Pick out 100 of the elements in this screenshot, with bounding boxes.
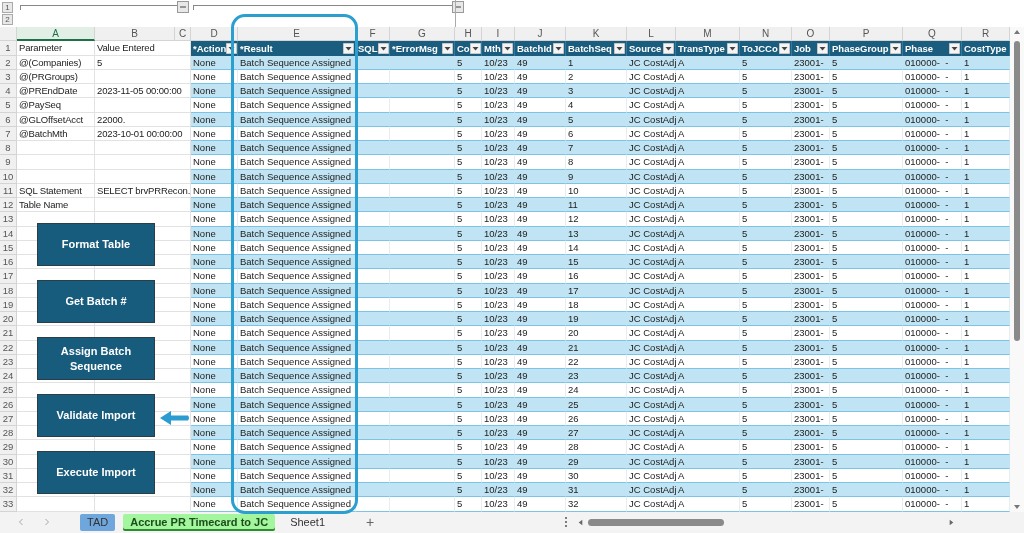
table-cell: 11 xyxy=(566,198,627,213)
row-number[interactable]: 12 xyxy=(0,198,17,213)
table-cell: 5 xyxy=(830,269,903,284)
row-number[interactable]: 1 xyxy=(0,41,17,56)
table-cell: 23001- xyxy=(792,483,830,498)
column-header[interactable]: Q xyxy=(903,27,962,42)
row-number[interactable]: 17 xyxy=(0,269,17,284)
row-number[interactable]: 16 xyxy=(0,255,17,270)
column-header[interactable]: E xyxy=(238,27,356,42)
filter-dropdown-icon[interactable] xyxy=(890,42,901,54)
column-header[interactable]: M xyxy=(676,27,740,42)
table-cell: Batch Sequence Assigned xyxy=(238,483,356,498)
row-number[interactable]: 13 xyxy=(0,212,17,227)
table-cell: 5 xyxy=(830,141,903,156)
row-number[interactable]: 29 xyxy=(0,440,17,455)
more-options-icon[interactable] xyxy=(564,516,568,529)
macro-button[interactable]: Validate Import xyxy=(37,394,155,437)
column-title: *ErrorMsg xyxy=(392,41,438,55)
table-cell: None xyxy=(191,255,238,270)
column-header[interactable]: K xyxy=(566,27,627,42)
table-cell: 5 xyxy=(740,141,792,156)
table-cell: 5 xyxy=(830,483,903,498)
row-number[interactable]: 32 xyxy=(0,483,17,498)
macro-button[interactable]: Assign Batch Sequence xyxy=(37,337,155,380)
table-cell: 23001- xyxy=(792,326,830,341)
macro-button[interactable]: Format Table xyxy=(37,223,155,266)
table-cell: 5 xyxy=(455,198,482,213)
scroll-left-icon[interactable] xyxy=(576,517,585,527)
column-header[interactable]: C xyxy=(175,27,191,42)
table-cell: @GLOffsetAcct xyxy=(17,112,95,127)
row-number[interactable]: 5 xyxy=(0,98,17,113)
row-number[interactable]: 9 xyxy=(0,155,17,170)
macro-button[interactable]: Execute Import xyxy=(37,451,155,494)
filter-dropdown-icon[interactable] xyxy=(817,42,828,54)
filter-dropdown-icon[interactable] xyxy=(442,42,453,54)
table-cell: Batch Sequence Assigned xyxy=(238,326,356,341)
column-header[interactable]: B xyxy=(95,27,175,42)
column-header[interactable]: P xyxy=(830,27,903,42)
outline-level-button[interactable]: 1 xyxy=(2,2,13,13)
table-cell: 49 xyxy=(515,269,566,284)
column-header[interactable]: J xyxy=(515,27,566,42)
row-number[interactable]: 4 xyxy=(0,84,17,99)
row-number[interactable]: 21 xyxy=(0,326,17,341)
filter-dropdown-icon[interactable] xyxy=(553,42,564,54)
table-cell: A xyxy=(676,497,740,512)
row-number[interactable]: 28 xyxy=(0,426,17,441)
table-cell: JC CostAdj xyxy=(627,483,676,498)
scrollbar-thumb[interactable] xyxy=(588,518,724,526)
table-cell xyxy=(390,440,455,455)
filter-dropdown-icon[interactable] xyxy=(226,42,237,54)
scroll-right-icon[interactable] xyxy=(947,517,956,527)
table-cell: JC CostAdj xyxy=(627,326,676,341)
table-cell: 23001- xyxy=(792,383,830,398)
table-cell: 49 xyxy=(515,312,566,327)
column-header[interactable]: H xyxy=(455,27,482,42)
column-header[interactable]: I xyxy=(482,27,515,42)
table-cell: 5 xyxy=(455,383,482,398)
sheet-tab[interactable]: Accrue PR Timecard to JC xyxy=(123,513,276,531)
table-cell: Batch Sequence Assigned xyxy=(238,198,356,213)
column-header[interactable]: F xyxy=(356,27,390,42)
table-cell: A xyxy=(676,198,740,213)
table-cell: 10/23 xyxy=(482,483,515,498)
row-number[interactable]: 25 xyxy=(0,383,17,398)
column-header[interactable]: O xyxy=(792,27,830,42)
table-cell: A xyxy=(676,98,740,113)
filter-dropdown-icon[interactable] xyxy=(727,42,738,54)
row-number[interactable]: 8 xyxy=(0,141,17,156)
outline-level-button[interactable]: 2 xyxy=(2,14,13,25)
column-header[interactable]: L xyxy=(627,27,676,42)
row-number[interactable]: 20 xyxy=(0,312,17,327)
table-cell xyxy=(356,212,390,227)
filter-dropdown-icon[interactable] xyxy=(502,42,513,54)
table-cell: 1 xyxy=(962,369,1010,384)
add-sheet-button[interactable]: + xyxy=(360,513,381,532)
row-number[interactable]: 24 xyxy=(0,369,17,384)
scrollbar-thumb[interactable] xyxy=(1014,41,1020,341)
table-cell: None xyxy=(191,426,238,441)
table-cell: 10/23 xyxy=(482,255,515,270)
column-header[interactable]: A xyxy=(17,27,95,42)
row-number[interactable]: 33 xyxy=(0,497,17,512)
filter-dropdown-icon[interactable] xyxy=(663,42,674,54)
filter-dropdown-icon[interactable] xyxy=(949,42,960,54)
column-header[interactable]: R xyxy=(962,27,1010,42)
table-cell: @PREndDate xyxy=(17,84,95,99)
table-cell xyxy=(356,312,390,327)
table-cell: 5 xyxy=(830,312,903,327)
sheet-tab[interactable]: Sheet1 xyxy=(283,513,333,531)
filter-dropdown-icon[interactable] xyxy=(614,42,625,54)
table-cell xyxy=(356,426,390,441)
macro-button[interactable]: Get Batch # xyxy=(37,280,155,323)
table-cell: 5 xyxy=(740,383,792,398)
table-cell: 1 xyxy=(962,269,1010,284)
column-header[interactable]: N xyxy=(740,27,792,42)
filter-dropdown-icon[interactable] xyxy=(779,42,790,54)
filter-dropdown-icon[interactable] xyxy=(343,42,354,54)
filter-dropdown-icon[interactable] xyxy=(469,42,481,54)
sheet-tab[interactable]: TAD xyxy=(80,513,116,531)
filter-dropdown-icon[interactable] xyxy=(377,42,389,54)
column-header[interactable]: G xyxy=(390,27,455,42)
column-header[interactable]: D xyxy=(191,27,238,42)
